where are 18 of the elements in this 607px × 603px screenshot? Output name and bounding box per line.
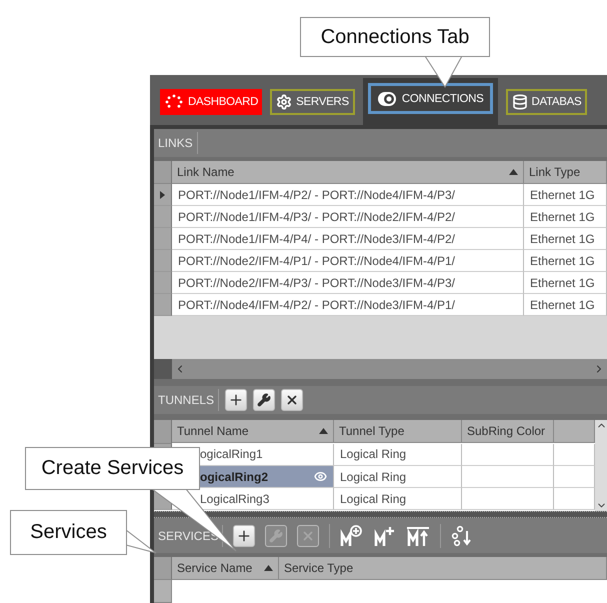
table-cell: Ethernet 1G [524, 184, 607, 206]
callout-tooltip: Create Services [25, 447, 200, 490]
section-title: TUNNELS [156, 389, 220, 412]
table-cell: Ethernet 1G [524, 250, 607, 272]
table-cell: Ethernet 1G [524, 228, 607, 250]
table-cell: Ethernet 1G [524, 294, 607, 316]
table-cell: Logical Ring [334, 488, 462, 510]
section-title: LINKS [156, 132, 198, 154]
table-cell: PORT://Node1/IFM-4/P3/ - PORT://Node2/IFM-4/P2/ [172, 206, 524, 228]
table-cell: Ethernet 1G [524, 272, 607, 294]
table-cell: PORT://Node2/IFM-4/P3/ - PORT://Node3/IFM-4/P3/ [172, 272, 524, 294]
table-cell: PORT://Node1/IFM-4/P2/ - PORT://Node4/IFM-4/P3/ [172, 184, 524, 206]
table-cell: PORT://Node2/IFM-4/P1/ - PORT://Node4/IFM-4/P1/ [172, 250, 524, 272]
table-cell: Ethernet 1G [524, 206, 607, 228]
table-cell: Logical Ring [334, 444, 462, 466]
table-cell: PORT://Node4/IFM-4/P2/ - PORT://Node3/IFM-4/P1/ [172, 294, 524, 316]
table-cell: PORT://Node1/IFM-4/P4/ - PORT://Node3/IFM-4/P2/ [172, 228, 524, 250]
table-cell: Logical Ring [334, 466, 462, 488]
